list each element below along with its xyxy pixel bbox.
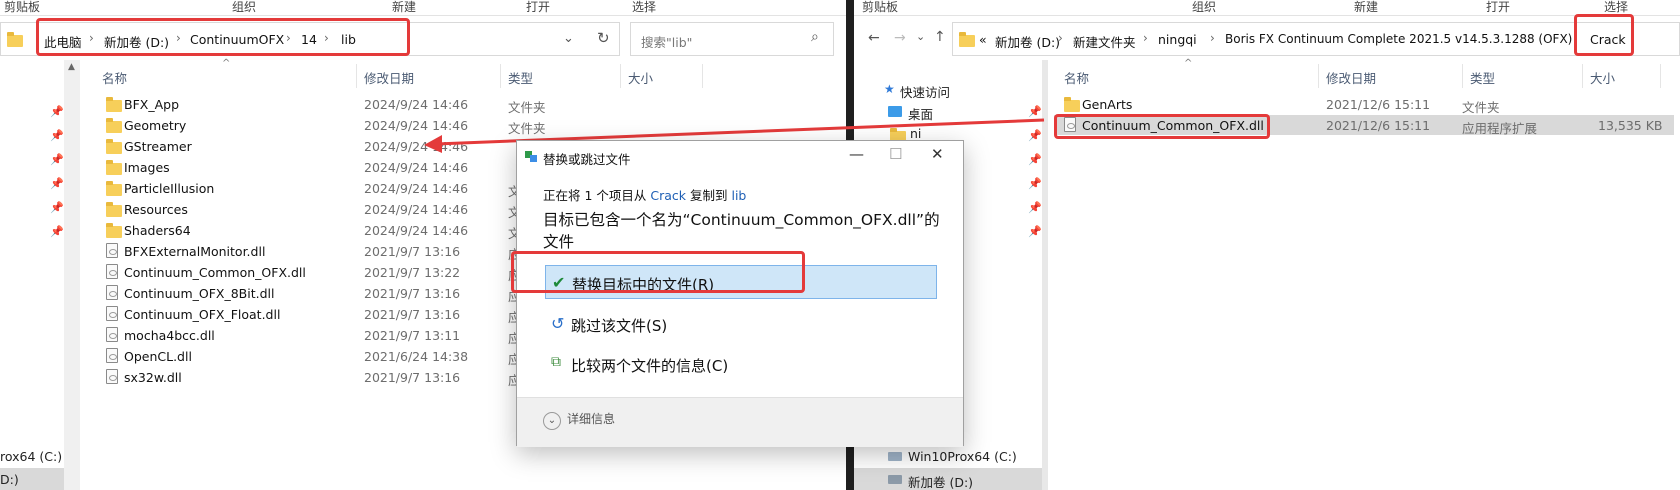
minimize-button[interactable]: — [849, 145, 864, 163]
maximize-button[interactable]: ☐ [889, 145, 902, 163]
close-button[interactable]: ✕ [931, 145, 944, 163]
copy-status-prefix: 正在将 1 个项目从 [543, 188, 651, 203]
destination-folder-link[interactable]: lib [731, 188, 746, 203]
compare-files-icon: ⧉ [551, 354, 561, 370]
compare-files-label: 比较两个文件的信息(C) [571, 357, 729, 375]
skip-file-option[interactable]: ↺ 跳过该文件(S) [545, 307, 937, 341]
skip-arrow-icon: ↺ [551, 314, 565, 333]
highlight-box-replace [511, 251, 805, 293]
conflict-headline: 目标已包含一个名为“Continuum_Common_OFX.dll”的文件 [543, 211, 940, 251]
replace-or-skip-dialog: 替换或跳过文件 — ☐ ✕ 正在将 1 个项目从 Crack 复制到 lib 目… [511, 140, 964, 447]
compare-files-option[interactable]: ⧉ 比较两个文件的信息(C) [545, 347, 937, 381]
source-folder-link[interactable]: Crack [650, 188, 686, 203]
copy-status-line: 正在将 1 个项目从 Crack 复制到 lib [543, 185, 746, 204]
dialog-footer: ⌄ 详细信息 [517, 397, 963, 447]
copy-icon [525, 151, 537, 162]
red-arrow-head [424, 135, 442, 153]
copy-status-mid: 复制到 [686, 188, 732, 203]
more-details-label: 详细信息 [567, 412, 616, 426]
more-details-toggle[interactable]: ⌄ 详细信息 [543, 410, 615, 430]
chevron-down-icon: ⌄ [543, 412, 561, 430]
dialog-title: 替换或跳过文件 [543, 152, 631, 167]
skip-file-label: 跳过该文件(S) [571, 317, 668, 335]
